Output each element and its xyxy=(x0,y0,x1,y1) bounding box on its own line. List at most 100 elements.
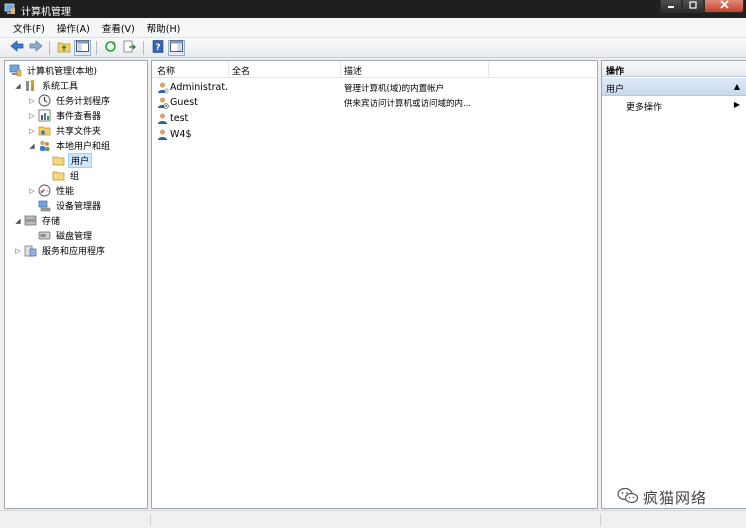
action-pane-button[interactable] xyxy=(168,39,185,56)
back-button[interactable] xyxy=(8,40,25,56)
close-button[interactable] xyxy=(704,0,744,13)
watermark-text: 疯猫网络 xyxy=(643,488,708,507)
tree-item-task-scheduler[interactable]: ▷ 任务计划程序 xyxy=(28,93,112,108)
maximize-button[interactable] xyxy=(682,0,704,13)
submenu-arrow-icon: ▶ xyxy=(733,100,740,109)
tree-label: 服务和应用程序 xyxy=(42,247,106,257)
user-name: test xyxy=(170,113,189,124)
tree-item-performance[interactable]: ▷ 性能 xyxy=(28,183,76,198)
console-tree-pane[interactable]: 计算机管理(本地) ◢ 系统工具 ▷ 任务计划程序 ▷ 事件查看器 ▷ 共享文件… xyxy=(4,60,148,509)
table-row[interactable]: Guest 供来宾访问计算机或访问域的内... xyxy=(152,95,597,110)
refresh-button[interactable] xyxy=(102,40,119,56)
export-list-button[interactable] xyxy=(121,40,138,56)
actions-pane: 操作 用户 ▲ 更多操作 ▶ xyxy=(601,60,746,509)
expand-icon[interactable]: ▷ xyxy=(28,111,36,121)
toolbar-separator xyxy=(49,40,50,55)
tree-label: 磁盘管理 xyxy=(56,232,93,242)
disabled-user-icon xyxy=(156,96,169,109)
user-description: 管理计算机(域)的内置帐户 xyxy=(344,84,445,94)
user-icon xyxy=(156,128,169,141)
collapse-up-icon[interactable]: ▲ xyxy=(734,82,740,91)
console-tree-button[interactable] xyxy=(74,39,91,56)
column-header-fullname[interactable]: 全名 xyxy=(232,64,250,77)
tree-label: 本地用户和组 xyxy=(56,142,111,152)
computer-management-icon xyxy=(4,3,16,15)
clock-icon xyxy=(38,94,51,107)
collapse-icon[interactable]: ◢ xyxy=(14,216,22,226)
show-hide-action-pane-icon xyxy=(170,40,183,55)
user-name: Guest xyxy=(170,97,198,108)
expand-icon[interactable]: ▷ xyxy=(28,96,36,106)
actions-title: 操作 xyxy=(602,61,746,77)
help-icon: ? xyxy=(152,39,164,56)
help-button[interactable]: ? xyxy=(149,39,166,56)
column-header-description[interactable]: 描述 xyxy=(344,64,362,77)
toolbar-separator xyxy=(96,40,97,55)
actions-section-users[interactable]: 用户 ▲ xyxy=(602,78,746,96)
column-divider[interactable] xyxy=(488,62,489,77)
tree-item-root[interactable]: 计算机管理(本地) xyxy=(9,63,99,78)
computer-management-icon xyxy=(9,64,22,77)
table-row[interactable]: Administrat... 管理计算机(域)的内置帐户 xyxy=(152,80,597,95)
more-actions-label: 更多操作 xyxy=(626,103,663,113)
status-bar xyxy=(0,510,746,528)
tree-label: 任务计划程序 xyxy=(56,97,111,107)
tree-item-shared-folders[interactable]: ▷ 共享文件夹 xyxy=(28,123,103,138)
disk-management-icon xyxy=(38,229,51,242)
menu-view[interactable]: 查看(V) xyxy=(96,21,141,35)
shared-folder-icon xyxy=(38,124,51,137)
window-title: 计算机管理 xyxy=(21,7,71,18)
column-divider[interactable] xyxy=(340,62,341,77)
maximize-icon xyxy=(689,0,697,12)
menu-bar: 文件(F) 操作(A) 查看(V) 帮助(H) xyxy=(0,18,746,38)
folder-icon xyxy=(52,169,65,182)
users-groups-icon xyxy=(38,139,51,152)
close-icon xyxy=(719,0,729,12)
status-divider xyxy=(150,514,151,526)
tree-item-disk-management[interactable]: 磁盘管理 xyxy=(38,228,94,243)
table-row[interactable]: W4$ xyxy=(152,127,597,142)
computer-management-window: 计算机管理 文件(F) 操作(A) 查看(V) 帮助(H) ? 计算机管理(本地… xyxy=(0,0,746,528)
device-manager-icon xyxy=(38,199,51,212)
title-bar[interactable]: 计算机管理 xyxy=(0,0,746,18)
svg-text:?: ? xyxy=(155,43,160,53)
menu-help[interactable]: 帮助(H) xyxy=(141,21,187,35)
menu-file[interactable]: 文件(F) xyxy=(7,21,51,35)
event-viewer-icon xyxy=(38,109,51,122)
tree-item-local-users-groups[interactable]: ◢ 本地用户和组 xyxy=(28,138,112,153)
tree-label: 用户 xyxy=(68,153,93,168)
expand-icon[interactable]: ▷ xyxy=(28,126,36,136)
up-folder-button[interactable] xyxy=(55,40,72,56)
user-icon xyxy=(156,81,169,94)
menu-action[interactable]: 操作(A) xyxy=(51,21,96,35)
status-divider xyxy=(600,514,601,526)
expand-icon[interactable]: ▷ xyxy=(14,246,22,256)
tree-item-event-viewer[interactable]: ▷ 事件查看器 xyxy=(28,108,103,123)
users-list-pane[interactable]: 名称 全名 描述 Administrat... 管理计算机(域)的内置帐户 Gu… xyxy=(151,60,598,509)
minimize-button[interactable] xyxy=(660,0,682,13)
refresh-icon xyxy=(104,40,117,56)
services-apps-icon xyxy=(24,244,37,257)
system-tools-icon xyxy=(24,79,37,92)
folder-icon xyxy=(52,154,65,167)
tree-label: 系统工具 xyxy=(42,82,79,92)
tree-label: 性能 xyxy=(56,187,75,197)
tree-item-system-tools[interactable]: ◢ 系统工具 xyxy=(14,78,80,93)
watermark: 疯猫网络 xyxy=(617,486,707,508)
table-row[interactable]: test xyxy=(152,111,597,126)
tree-item-services-apps[interactable]: ▷ 服务和应用程序 xyxy=(14,243,107,258)
tree-item-storage[interactable]: ◢ 存储 xyxy=(14,213,62,228)
window-controls xyxy=(660,0,744,14)
tree-label: 计算机管理(本地) xyxy=(27,67,98,77)
collapse-icon[interactable]: ◢ xyxy=(14,81,22,91)
expand-icon[interactable]: ▷ xyxy=(28,186,36,196)
forward-button[interactable] xyxy=(27,40,44,56)
tree-item-groups[interactable]: 组 xyxy=(52,168,81,183)
tree-item-users[interactable]: 用户 xyxy=(52,153,93,168)
column-divider[interactable] xyxy=(228,62,229,77)
collapse-icon[interactable]: ◢ xyxy=(28,141,36,151)
performance-icon xyxy=(38,184,51,197)
tree-item-device-manager[interactable]: 设备管理器 xyxy=(38,198,103,213)
more-actions-item[interactable]: 更多操作 ▶ xyxy=(602,98,746,113)
column-header-name[interactable]: 名称 xyxy=(157,64,175,77)
